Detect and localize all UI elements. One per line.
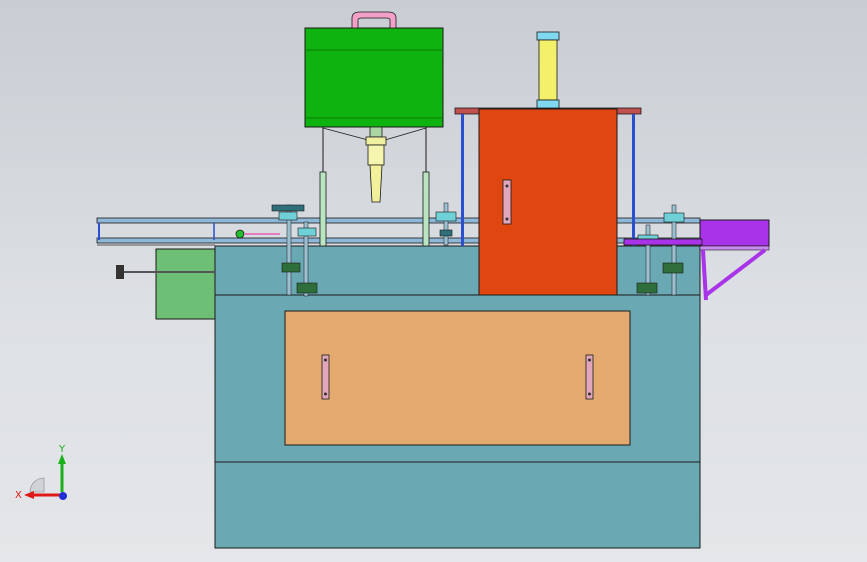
- guard-cabinet[interactable]: [478, 108, 618, 296]
- pneumatic-cylinder[interactable]: [536, 31, 560, 109]
- cad-viewport[interactable]: Y X: [0, 0, 867, 562]
- hopper-handle: [351, 11, 397, 29]
- x-axis-label: X: [15, 490, 22, 501]
- panel-handle-right: [585, 354, 594, 400]
- front-access-panel[interactable]: [284, 310, 631, 446]
- control-knob-icon: [116, 265, 124, 279]
- orientation-triad: Y X: [15, 444, 67, 501]
- dispensing-nozzle[interactable]: [365, 126, 387, 203]
- machine-model[interactable]: [0, 0, 867, 562]
- z-axis-icon: [59, 492, 67, 500]
- panel-handle-left: [321, 354, 330, 400]
- y-axis-label: Y: [58, 444, 66, 455]
- side-control-box[interactable]: [116, 248, 216, 320]
- triad-plane-icon: [29, 477, 45, 493]
- hopper[interactable]: [304, 11, 444, 128]
